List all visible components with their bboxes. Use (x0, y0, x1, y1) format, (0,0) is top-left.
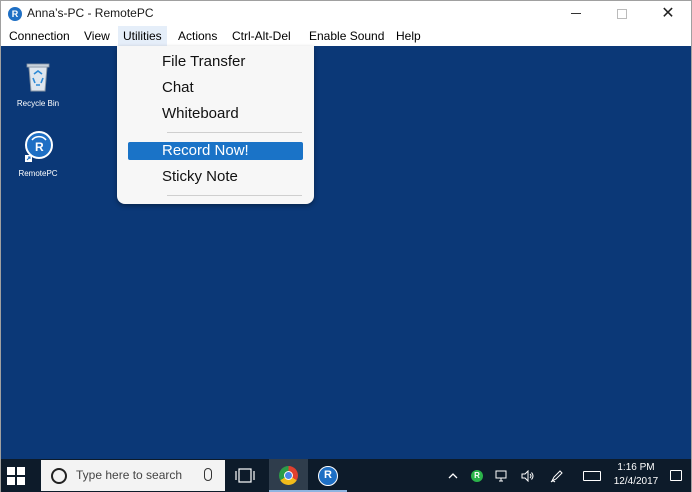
menu-view[interactable]: View (79, 26, 115, 46)
menu-enable-sound[interactable]: Enable Sound (304, 26, 389, 46)
menu-utilities[interactable]: Utilities (118, 26, 167, 46)
desktop-icon-label: Recycle Bin (16, 99, 60, 108)
microphone-icon[interactable] (204, 468, 212, 481)
clock-date: 12/4/2017 (613, 476, 659, 487)
menu-item-chat[interactable]: Chat (117, 77, 314, 99)
remotepc-tray-icon: R (471, 469, 483, 482)
taskbar: Type here to search R R 1:16 PM 12/4/201… (1, 459, 691, 492)
menu-item-whiteboard[interactable]: Whiteboard (117, 103, 314, 125)
close-button[interactable]: ✕ (645, 1, 691, 26)
remotepc-icon: R (318, 466, 338, 486)
menu-ctrl-alt-del[interactable]: Ctrl-Alt-Del (227, 26, 296, 46)
taskbar-chrome-button[interactable] (269, 459, 308, 492)
menu-help[interactable]: Help (391, 26, 426, 46)
tray-remotepc-status[interactable]: R (467, 459, 487, 492)
desktop-icon-remotepc[interactable]: R RemotePC (3, 128, 73, 178)
menu-connection[interactable]: Connection (4, 26, 75, 46)
maximize-button[interactable] (599, 1, 645, 26)
search-placeholder: Type here to search (76, 468, 183, 482)
windows-ink-pen-icon[interactable] (546, 459, 568, 492)
windows-start-icon[interactable] (7, 467, 25, 485)
taskbar-clock[interactable]: 1:16 PM 12/4/2017 (607, 461, 665, 489)
menu-item-record-now[interactable]: Record Now! (128, 142, 303, 160)
menu-item-sticky-note[interactable]: Sticky Note (117, 166, 314, 188)
menu-bar: Connection View Utilities Actions Ctrl-A… (1, 26, 691, 46)
remotepc-app-icon: R (8, 7, 22, 21)
menu-item-file-transfer[interactable]: File Transfer (117, 51, 314, 73)
chrome-icon (279, 466, 298, 485)
close-icon: ✕ (661, 4, 675, 22)
taskbar-remotepc-button[interactable]: R (308, 459, 347, 492)
volume-icon[interactable] (517, 459, 539, 492)
action-center-icon[interactable] (665, 459, 687, 492)
maximize-icon (617, 8, 627, 19)
recycle-bin-icon (26, 63, 50, 92)
task-view-icon[interactable] (235, 468, 255, 483)
taskbar-search-box[interactable]: Type here to search (41, 460, 225, 491)
window-title: Anna’s-PC - RemotePC (27, 6, 154, 20)
desktop-icon-label: RemotePC (18, 169, 58, 178)
remotepc-icon: R (25, 131, 53, 162)
cortana-icon (51, 468, 67, 484)
network-icon[interactable] (491, 459, 513, 492)
remote-desktop[interactable]: Recycle Bin R RemotePC (1, 46, 691, 459)
clock-time: 1:16 PM (617, 462, 655, 473)
minimize-icon (571, 13, 581, 14)
menu-separator (167, 195, 302, 196)
minimize-button[interactable] (553, 1, 599, 26)
menu-separator (167, 132, 302, 133)
show-hidden-icons-chevron-icon[interactable] (443, 459, 463, 492)
desktop-icon-recycle-bin[interactable]: Recycle Bin (3, 58, 73, 108)
title-bar: R Anna’s-PC - RemotePC ✕ (1, 1, 691, 26)
svg-text:R: R (35, 140, 44, 154)
touch-keyboard-icon[interactable] (579, 459, 605, 492)
menu-actions[interactable]: Actions (173, 26, 222, 46)
utilities-dropdown: File Transfer Chat Whiteboard Record Now… (117, 46, 314, 204)
remote-window: R Anna’s-PC - RemotePC ✕ Connection View… (0, 0, 692, 492)
